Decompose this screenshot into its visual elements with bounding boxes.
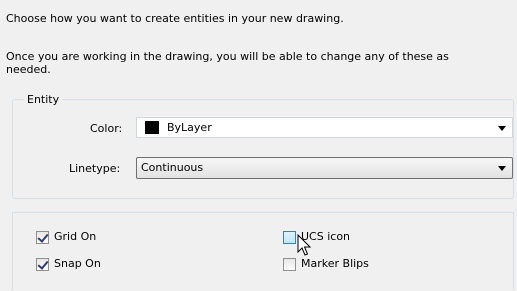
options-groupbox	[12, 212, 514, 290]
entity-groupbox	[12, 99, 514, 199]
color-value: ByLayer	[167, 121, 212, 134]
chevron-down-icon[interactable]	[498, 126, 506, 131]
linetype-value: Continuous	[141, 161, 204, 174]
snap-on-label[interactable]: Snap On	[54, 257, 101, 270]
snap-on-checkbox[interactable]	[36, 258, 49, 271]
intro-text: Choose how you want to create entities i…	[6, 12, 344, 25]
grid-on-checkbox[interactable]	[36, 231, 49, 244]
color-label: Color:	[90, 122, 123, 135]
linetype-label: Linetype:	[69, 162, 121, 175]
mouse-pointer-icon	[297, 234, 311, 256]
linetype-dropdown[interactable]: Continuous	[136, 157, 513, 179]
intro-note: Once you are working in the drawing, you…	[6, 50, 449, 76]
color-dropdown[interactable]: ByLayer	[136, 117, 513, 138]
entity-group-label: Entity	[24, 93, 63, 106]
marker-blips-checkbox[interactable]	[283, 258, 296, 271]
chevron-down-icon[interactable]	[498, 166, 506, 171]
color-swatch	[145, 121, 159, 134]
marker-blips-label[interactable]: Marker Blips	[301, 257, 369, 270]
grid-on-label[interactable]: Grid On	[54, 230, 96, 243]
ucs-icon-checkbox[interactable]	[283, 231, 296, 244]
